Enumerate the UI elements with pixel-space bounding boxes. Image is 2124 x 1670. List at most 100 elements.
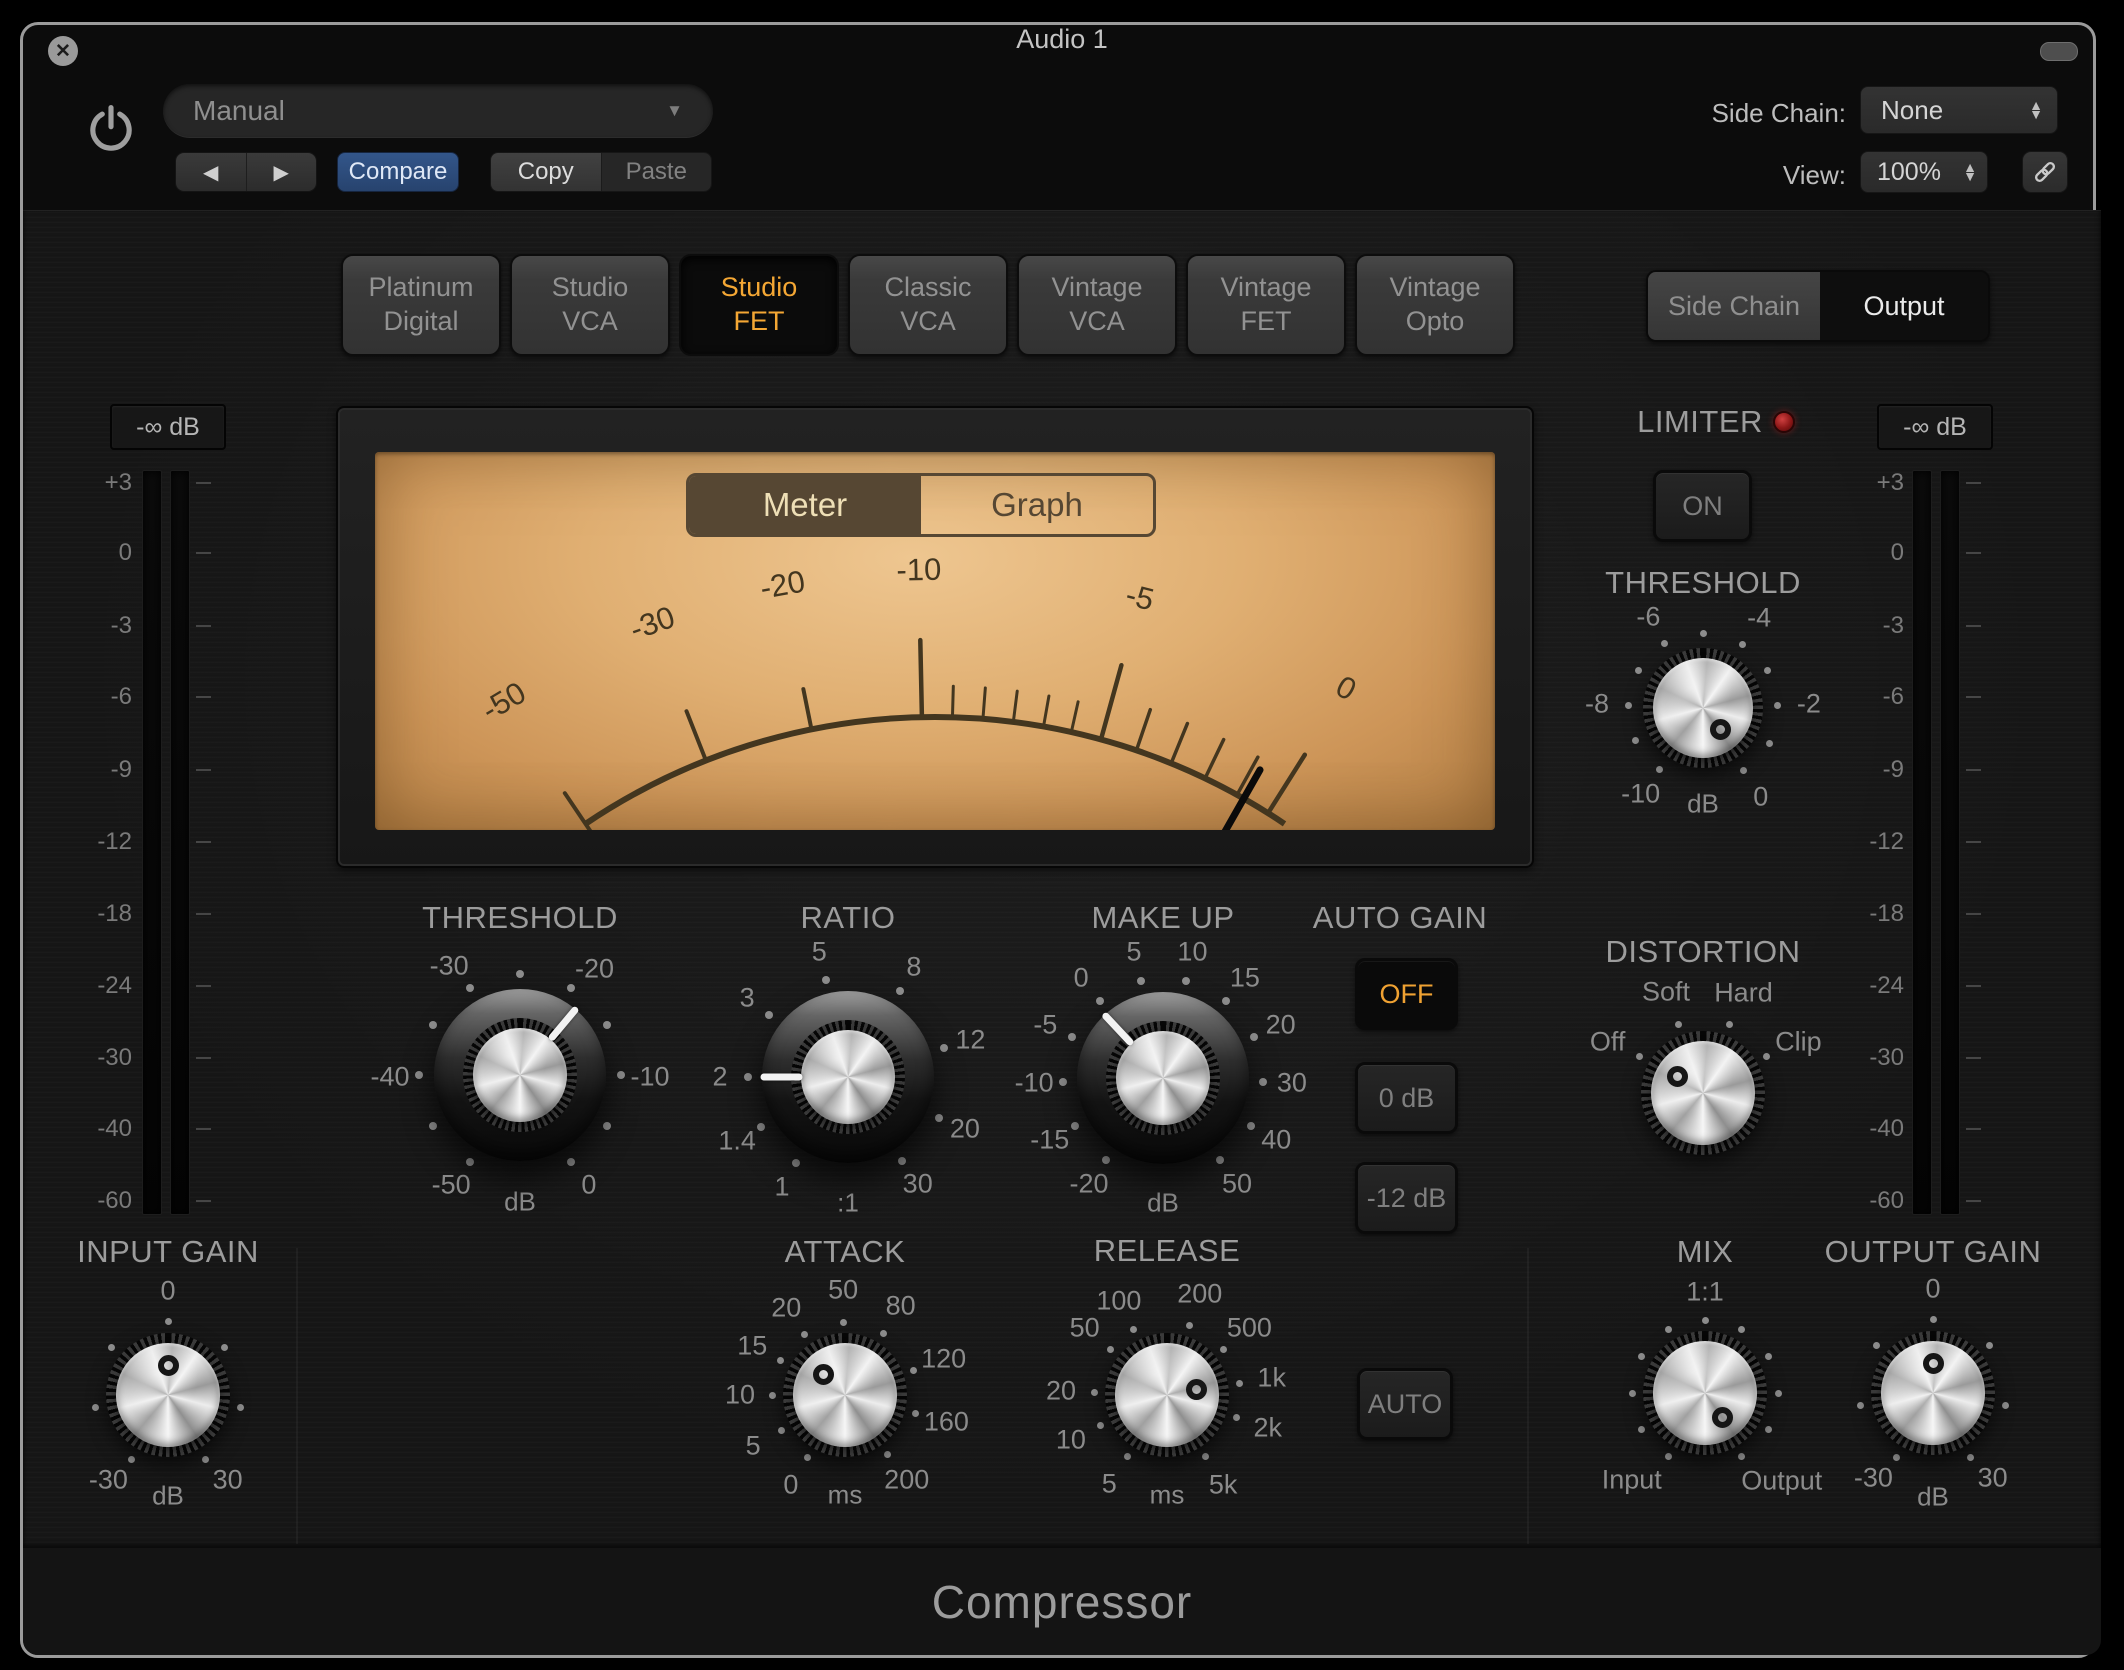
threshold-unit-label: dB — [504, 1187, 536, 1218]
release-tick-dot — [1091, 1389, 1098, 1396]
copy-button[interactable]: Copy — [491, 153, 601, 191]
limiter-threshold-knob-cap — [1653, 658, 1753, 758]
limiter-threshold-scale-label: -8 — [1585, 689, 1609, 720]
limiter-on-button[interactable]: ON — [1653, 470, 1752, 542]
release-scale-label: 100 — [1096, 1285, 1141, 1316]
model-button-studio-fet[interactable]: Studio FET — [679, 254, 839, 356]
output-gain-tick-dot — [1857, 1402, 1864, 1409]
threshold-tick-dot — [415, 1071, 423, 1079]
chain-link-icon — [2031, 158, 2059, 186]
threshold-tick-dot — [567, 1158, 575, 1166]
mix-tick-dot — [1629, 1390, 1636, 1397]
distortion-tick-dot — [1763, 1053, 1770, 1060]
minimize-button[interactable] — [2040, 42, 2078, 61]
input-meter-scale-label: -30 — [62, 1044, 132, 1072]
auto-gain-option-off[interactable]: OFF — [1355, 958, 1458, 1030]
compare-button[interactable]: Compare — [337, 152, 459, 192]
auto-gain-option--12db[interactable]: -12 dB — [1355, 1162, 1458, 1234]
input-meter-scale-label: -40 — [62, 1115, 132, 1143]
tab-meter[interactable]: Meter — [689, 476, 921, 534]
ratio-tick-dot — [935, 1114, 943, 1122]
mix-tick-dot — [1775, 1390, 1782, 1397]
output-meter-scale-label: -6 — [1834, 683, 1904, 711]
prev-preset-button[interactable]: ◀ — [176, 153, 246, 191]
output-meter-scale-label: 0 — [1834, 539, 1904, 567]
next-preset-button[interactable]: ▶ — [246, 153, 317, 191]
output-gain-scale-label: 30 — [1978, 1463, 2008, 1494]
preset-select[interactable]: Manual ▼ — [163, 84, 713, 138]
attack-scale-label: 50 — [828, 1275, 858, 1306]
limiter-title: LIMITER — [1637, 404, 1763, 440]
model-button-vintage-opto[interactable]: Vintage Opto — [1355, 254, 1515, 356]
output-tab[interactable]: Output — [1820, 272, 1988, 340]
copy-paste-group: Copy Paste — [490, 152, 712, 192]
mix-tick-dot — [1738, 1453, 1745, 1460]
makeup-tick-dot — [1182, 977, 1190, 985]
limiter-threshold-unit-label: dB — [1687, 789, 1719, 820]
mix-knob-cap — [1653, 1341, 1757, 1445]
output-meter-tick — [1966, 1200, 1981, 1202]
input-meter-tick — [196, 1128, 211, 1130]
output-meter-tick — [1966, 841, 1981, 843]
display-mode-tabs: Meter Graph — [686, 473, 1156, 537]
threshold-tick-dot — [516, 970, 524, 978]
threshold-scale-label: -40 — [371, 1062, 410, 1093]
stepper-arrows-icon: ▲▼ — [2029, 101, 2043, 118]
model-button-classic-vca[interactable]: Classic VCA — [848, 254, 1008, 356]
limiter-led-icon — [1773, 411, 1795, 433]
makeup-tick-dot — [1071, 1122, 1079, 1130]
model-button-platinum-digital[interactable]: Platinum Digital — [341, 254, 501, 356]
threshold-scale-label: 0 — [581, 1170, 596, 1201]
side-chain-select[interactable]: None ▲▼ — [1860, 86, 2058, 134]
model-button-studio-vca[interactable]: Studio VCA — [510, 254, 670, 356]
output-meter-bar — [1912, 470, 1932, 1215]
makeup-scale-label: 0 — [1074, 963, 1089, 994]
power-icon[interactable] — [84, 102, 138, 158]
input-meter-bar — [142, 470, 162, 1215]
makeup-scale-label: -5 — [1033, 1010, 1057, 1041]
ratio-scale-label: 2 — [712, 1062, 727, 1093]
input-meter-scale-label: +3 — [62, 469, 132, 497]
link-button[interactable] — [2022, 151, 2068, 193]
footer: Compressor — [23, 1548, 2101, 1655]
limiter-threshold-scale-label: -2 — [1797, 689, 1821, 720]
distortion-tick-dot — [1675, 1021, 1682, 1028]
input-meter-tick — [196, 841, 211, 843]
input-gain-title: INPUT GAIN — [77, 1234, 259, 1270]
view-zoom-stepper[interactable]: 100% ▲▼ — [1860, 151, 1988, 193]
ratio-knob-cap — [801, 1030, 895, 1124]
ratio-tick-dot — [822, 976, 830, 984]
output-gain-scale-label: 0 — [1925, 1274, 1940, 1305]
release-scale-label: 20 — [1046, 1376, 1076, 1407]
makeup-tick-dot — [1259, 1078, 1267, 1086]
mix-tick-dot — [1765, 1353, 1772, 1360]
makeup-scale-label: 5 — [1126, 937, 1141, 968]
model-button-vintage-fet[interactable]: Vintage FET — [1186, 254, 1346, 356]
output-gain-title: OUTPUT GAIN — [1825, 1234, 2042, 1270]
side-chain-tab[interactable]: Side Chain — [1648, 272, 1820, 340]
tab-graph[interactable]: Graph — [921, 476, 1153, 534]
threshold-title: THRESHOLD — [422, 900, 618, 936]
distortion-scale-label: Soft — [1642, 976, 1690, 1007]
ratio-scale-label: 12 — [955, 1024, 985, 1055]
attack-scale-label: 80 — [886, 1290, 916, 1321]
input-meter-scale-label: 0 — [62, 539, 132, 567]
paste-button[interactable]: Paste — [601, 153, 712, 191]
input-meter-tick — [196, 913, 211, 915]
output-meter-scale-label: -24 — [1834, 972, 1904, 1000]
input-meter-tick — [196, 552, 211, 554]
release-scale-label: 5 — [1102, 1468, 1117, 1499]
close-icon[interactable]: ✕ — [48, 36, 78, 66]
limiter-threshold-tick-dot — [1635, 667, 1642, 674]
attack-scale-label: 5 — [746, 1430, 761, 1461]
input-gain-unit-label: dB — [152, 1481, 184, 1512]
attack-unit-label: ms — [828, 1480, 863, 1511]
output-meter-scale-label: -3 — [1834, 612, 1904, 640]
model-button-vintage-vca[interactable]: Vintage VCA — [1017, 254, 1177, 356]
release-title: RELEASE — [1094, 1233, 1241, 1269]
auto-gain-option-0db[interactable]: 0 dB — [1355, 1062, 1458, 1134]
auto-release-button[interactable]: AUTO — [1357, 1368, 1453, 1440]
release-unit-label: ms — [1150, 1480, 1185, 1511]
attack-scale-label: 10 — [725, 1380, 755, 1411]
attack-tick-dot — [804, 1454, 811, 1461]
